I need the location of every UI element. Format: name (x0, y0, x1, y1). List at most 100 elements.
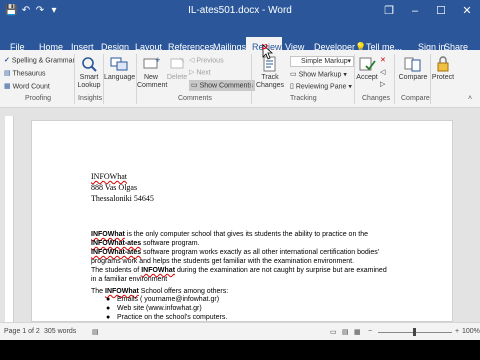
track-changes-label: Track Changes (255, 74, 285, 89)
spelling-label: Spelling & Grammar (11, 57, 75, 65)
vertical-ruler (5, 116, 14, 322)
previous-label: Previous (196, 57, 224, 65)
group-divider (74, 54, 75, 104)
list-item[interactable]: Emails ( yourname@infowhat.gr) (117, 295, 219, 304)
paragraph-1-line-1[interactable]: INFOWhat is the only computer school tha… (91, 230, 368, 239)
show-markup-icon: ▭ (290, 71, 297, 78)
word-count-button[interactable]: ▦ Word Count (4, 82, 50, 91)
language-button[interactable]: Language (104, 56, 136, 82)
web-layout-icon[interactable]: ▦ (354, 328, 361, 336)
thesaurus-icon: ▤ (4, 70, 11, 77)
new-comment-icon: + (143, 56, 160, 69)
delete-comment-button[interactable]: Delete (166, 56, 188, 82)
next-icon: ▷ (189, 69, 195, 76)
previous-change-button[interactable]: ◁ (380, 68, 385, 77)
reviewing-pane-icon: ▯ (290, 83, 294, 90)
paragraph-2-line-1[interactable]: INFOWhat-ates software program works exa… (91, 248, 379, 257)
list-item[interactable]: Practice on the school's computers. (117, 313, 227, 322)
delete-label: Delete (166, 74, 188, 81)
smart-lookup-button[interactable]: Smart Lookup (77, 56, 101, 90)
next-change-button[interactable]: ▷ (380, 80, 385, 89)
chevron-down-icon: ▾ (347, 58, 351, 65)
previous-comment-button[interactable]: ◁ Previous (189, 56, 224, 65)
tracking-group-label: Tracking (290, 95, 317, 102)
show-comments-label: Show Comments (199, 82, 253, 90)
reject-icon: ✕ (380, 57, 386, 64)
accept-button[interactable]: Accept (355, 56, 379, 82)
word-count-status[interactable]: 305 words (44, 328, 76, 335)
paragraph-1-line-2[interactable]: INFOWhat-ates software program. (91, 239, 200, 248)
title-bar: 💾 ↶ ↷ ▾ IL-ates501.docx - Word ❐ – ☐ ✕ (0, 0, 480, 24)
address-line-1[interactable]: INFOWhat (91, 172, 127, 181)
new-comment-label: New Comment (137, 74, 168, 89)
proofing-status-icon[interactable]: ▤ (92, 328, 99, 336)
mouse-cursor-icon (262, 44, 274, 60)
spelling-grammar-button[interactable]: ✓ Spelling & Grammar (4, 56, 75, 65)
paragraph-3-line-1[interactable]: The students of INFOWhat during the exam… (91, 266, 387, 275)
paragraph-2-line-2[interactable]: programs work and helps the students get… (91, 257, 354, 266)
group-divider (251, 54, 252, 104)
next-change-icon: ▷ (380, 81, 386, 88)
simple-markup-label: Simple Markup (301, 58, 348, 65)
compare-icon (404, 57, 421, 72)
smart-lookup-icon (82, 57, 97, 72)
next-label: Next (196, 69, 211, 77)
paragraph-3-line-2[interactable]: in a familiar environment (91, 275, 167, 284)
ribbon-tabs: File Home Insert Design Layout Reference… (0, 24, 480, 52)
delete-comment-icon (170, 57, 185, 69)
lock-icon (437, 56, 449, 72)
show-markup-button[interactable]: ▭ Show Markup ▾ (290, 70, 347, 79)
list-item[interactable]: Web site (www.infowhat.gr) (117, 304, 202, 313)
zoom-slider-thumb[interactable] (413, 328, 416, 336)
protect-label: Protect (431, 74, 455, 81)
insights-group-label: Insights (78, 95, 103, 102)
address-line-3[interactable]: Thessaloniki 54645 (91, 194, 154, 203)
read-mode-icon[interactable]: ▭ (330, 328, 337, 336)
word-count-icon: ▦ (4, 83, 11, 90)
smart-lookup-label: Smart Lookup (77, 74, 101, 89)
reject-button[interactable]: ✕ (380, 56, 386, 65)
compare-button[interactable]: Compare (398, 56, 428, 82)
status-bar: Page 1 of 2 305 words ▤ ▭ ▤ ▦ − + 100% (0, 322, 480, 340)
address-line-2[interactable]: 888 Vas Olgas (91, 183, 137, 192)
zoom-out-button[interactable]: − (368, 328, 372, 335)
word-count-label: Word Count (12, 83, 50, 91)
bullet-icon: ● (106, 305, 111, 312)
spelling-icon: ✓ (4, 57, 10, 64)
ribbon-display-options-button[interactable]: ❐ (376, 0, 402, 22)
ribbon: ✓ Spelling & Grammar ▤ Thesaurus ▦ Word … (0, 50, 480, 108)
page-count[interactable]: Page 1 of 2 (4, 328, 40, 335)
accept-icon (359, 57, 376, 71)
previous-icon: ◁ (189, 57, 195, 64)
chevron-down-icon: ▾ (348, 83, 352, 91)
reviewing-pane-label: Reviewing Pane (295, 83, 347, 91)
close-button[interactable]: ✕ (454, 0, 480, 22)
zoom-level[interactable]: 100% (462, 328, 480, 335)
show-comments-button[interactable]: ▭ Show Comments (189, 80, 255, 92)
bullet-icon: ● (106, 296, 111, 303)
show-comments-icon: ▭ (191, 82, 198, 89)
display-for-review-dropdown[interactable]: Simple Markup ▾ (290, 56, 354, 67)
word-window: 💾 ↶ ↷ ▾ IL-ates501.docx - Word ❐ – ☐ ✕ F… (0, 0, 480, 340)
zoom-in-button[interactable]: + (455, 328, 459, 335)
screen: 💾 ↶ ↷ ▾ IL-ates501.docx - Word ❐ – ☐ ✕ F… (0, 0, 480, 360)
track-changes-button[interactable]: Track Changes (253, 56, 287, 90)
proofing-group-label: Proofing (25, 95, 52, 102)
print-layout-icon[interactable]: ▤ (342, 328, 349, 336)
reviewing-pane-button[interactable]: ▯ Reviewing Pane ▾ (290, 82, 352, 91)
comments-group-label: Comments (178, 95, 212, 102)
next-comment-button[interactable]: ▷ Next (189, 68, 211, 77)
bullet-icon: ● (106, 314, 111, 321)
svg-text:+: + (155, 56, 160, 64)
minimize-button[interactable]: – (402, 0, 428, 22)
chevron-down-icon: ▾ (343, 71, 347, 79)
thesaurus-button[interactable]: ▤ Thesaurus (4, 69, 46, 78)
thesaurus-label: Thesaurus (12, 70, 46, 78)
language-label: Language (104, 74, 136, 81)
new-comment-button[interactable]: + New Comment (137, 56, 168, 90)
collapse-ribbon-icon[interactable]: ˄ (468, 95, 472, 102)
group-divider (394, 54, 395, 104)
protect-button[interactable]: Protect (431, 56, 455, 82)
maximize-button[interactable]: ☐ (428, 0, 454, 22)
accept-label: Accept (356, 74, 378, 81)
